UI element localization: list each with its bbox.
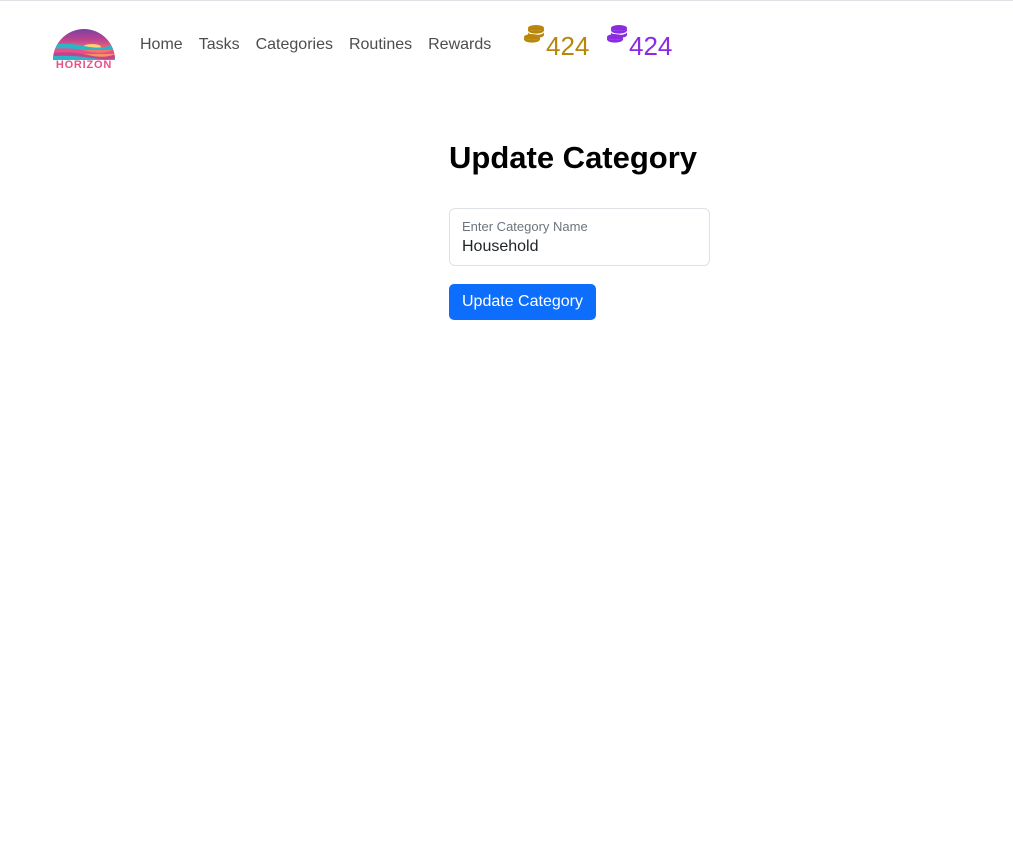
nav-link-home[interactable]: Home [132,35,191,55]
category-name-label: Enter Category Name [462,219,588,234]
update-category-button[interactable]: Update Category [449,284,596,320]
category-name-input[interactable] [462,237,698,257]
nav-link-categories[interactable]: Categories [248,35,341,55]
purple-coin-count: 424 [629,31,673,61]
purple-coin-balance: 424 [606,24,672,61]
horizon-logo-icon: HORIZON [53,29,115,71]
nav-link-rewards[interactable]: Rewards [420,35,499,55]
nav-link-routines[interactable]: Routines [341,35,420,55]
horizon-logo[interactable]: HORIZON [52,24,116,71]
update-category-form: Update Category Enter Category Name Upda… [449,138,710,320]
navbar: HORIZON Home Tasks Categories Routines R… [0,0,1013,90]
category-name-field[interactable]: Enter Category Name [449,208,710,266]
coins-icon [606,25,628,44]
coins-icon [523,25,545,44]
page-title: Update Category [449,140,698,175]
main-nav: Home Tasks Categories Routines Rewards [132,35,499,55]
logo-text: HORIZON [56,59,112,70]
gold-coin-balance: 424 [523,24,589,61]
nav-link-tasks[interactable]: Tasks [191,35,248,55]
gold-coin-count: 424 [546,31,590,61]
